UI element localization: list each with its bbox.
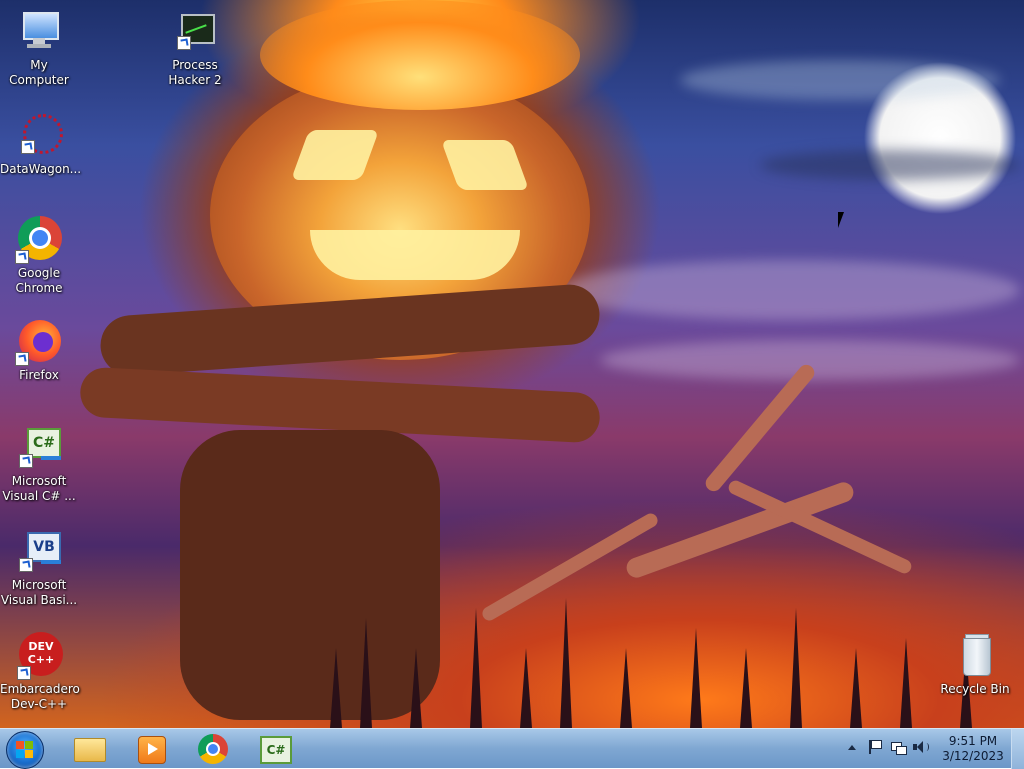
taskbar-explorer-button[interactable] (66, 732, 112, 766)
clock-time: 9:51 PM (948, 734, 998, 748)
firefox-icon (15, 318, 63, 366)
desktop-icon-devcpp[interactable]: DEV C++ Embarcadero Dev-C++ (0, 632, 80, 712)
desktop-icon-recycle-bin[interactable]: Recycle Bin (936, 632, 1014, 697)
desktop-icon-visual-basic[interactable]: VB Microsoft Visual Basi... (0, 528, 78, 608)
visual-csharp-icon: C# (15, 424, 63, 472)
taskbar-chrome-button[interactable] (190, 732, 236, 766)
desktop-icon-label: Firefox (19, 368, 59, 382)
taskbar-media-player-button[interactable] (128, 732, 174, 766)
taskbar-visual-csharp-button[interactable]: C# (252, 732, 298, 766)
chrome-icon (15, 216, 63, 264)
windows-logo-icon (16, 741, 34, 759)
clock[interactable]: 9:51 PM 3/12/2023 (936, 734, 1010, 764)
desktop-icon-label: Recycle Bin (940, 682, 1010, 696)
devcpp-icon: DEV C++ (15, 632, 63, 680)
desktop-icon-firefox[interactable]: Firefox (0, 318, 78, 383)
process-hacker-icon (171, 8, 219, 56)
computer-icon (15, 8, 63, 56)
desktop-icon-label: Microsoft Visual C# ... (2, 474, 76, 503)
show-hidden-icons-arrow[interactable] (844, 739, 860, 755)
desktop-icon-label: Google Chrome (15, 266, 63, 295)
taskbar: C# 9:51 PM 3/12/2023 (0, 728, 1024, 769)
desktop-icon-label: Microsoft Visual Basi... (0, 578, 78, 607)
desktop-icon-datawagon[interactable]: DataWagon... (0, 112, 82, 177)
desktop-icon-label: DataWagon... (0, 162, 82, 176)
desktop[interactable]: My Computer Process Hacker 2 DataWagon..… (0, 0, 1024, 728)
desktop-icon-my-computer[interactable]: My Computer (0, 8, 78, 88)
start-button[interactable] (6, 731, 44, 769)
action-center-flag-icon[interactable] (866, 739, 882, 755)
visual-basic-icon: VB (15, 528, 63, 576)
desktop-icon-process-hacker[interactable]: Process Hacker 2 (156, 8, 234, 88)
network-icon[interactable] (890, 739, 907, 755)
visual-csharp-icon: C# (260, 736, 292, 764)
desktop-icon-visual-csharp[interactable]: C# Microsoft Visual C# ... (0, 424, 78, 504)
mouse-cursor (838, 212, 850, 228)
desktop-icon-label: My Computer (9, 58, 69, 87)
desktop-icon-label: Process Hacker 2 (168, 58, 222, 87)
desktop-icon-label: Embarcadero Dev-C++ (0, 682, 80, 711)
show-desktop-button[interactable] (1011, 729, 1024, 769)
volume-icon[interactable] (912, 739, 929, 755)
wallpaper (0, 0, 1024, 728)
desktop-icon-google-chrome[interactable]: Google Chrome (0, 216, 78, 296)
datawagon-icon (15, 112, 63, 160)
folder-icon (74, 738, 106, 762)
recycle-bin-icon (951, 632, 999, 680)
clock-date: 3/12/2023 (942, 749, 1004, 763)
